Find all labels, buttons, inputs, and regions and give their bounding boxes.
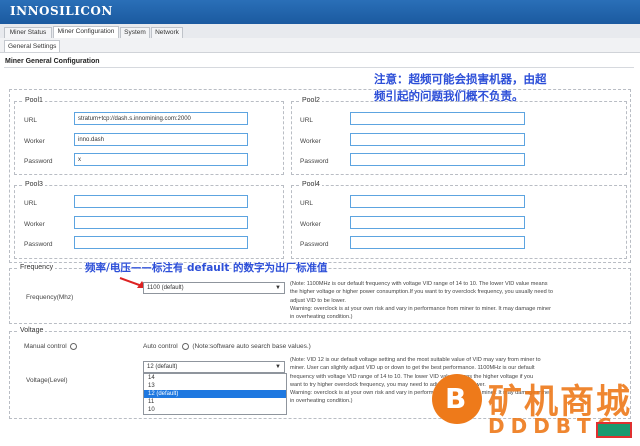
pool3-worker-label: Worker (24, 221, 45, 228)
voltage-option-selected[interactable]: 12 (default) (144, 390, 286, 398)
pool4-url-label: URL (300, 200, 314, 207)
auto-control-label: Auto control (Note:software auto search … (143, 343, 311, 350)
voltage-label: Voltage(Level) (26, 377, 68, 384)
corner-badge (596, 422, 632, 438)
pool4-password-input[interactable] (350, 236, 525, 249)
pool2-url-label: URL (300, 117, 314, 124)
pool3-password-input[interactable] (74, 236, 248, 249)
pool2-legend: Pool2 (300, 97, 322, 104)
chevron-down-icon: ▼ (275, 285, 281, 291)
voltage-option[interactable]: 13 (144, 382, 286, 390)
pool1-password-label: Password (24, 158, 53, 165)
pool3-url-label: URL (24, 200, 38, 207)
pool4-legend: Pool4 (300, 181, 322, 188)
frequency-select[interactable]: 1100 (default) ▼ (143, 282, 285, 294)
watermark-circle-icon: B (432, 374, 482, 424)
pool2-password-input[interactable] (350, 153, 525, 166)
voltage-dropdown-list: 14 13 12 (default) 11 10 (143, 373, 287, 415)
auto-control-text: Auto control (143, 343, 178, 351)
frequency-selected-value: 1100 (default) (147, 285, 184, 291)
frequency-desc-line: (Note: 1100MHz is our default frequency … (290, 281, 548, 287)
pool4-url-input[interactable] (350, 195, 525, 208)
main-tab-bar: Miner Status Miner Configuration System … (0, 24, 640, 39)
manual-control-label: Manual control (24, 343, 78, 351)
voltage-desc-line: (Note: VID 12 is our default voltage set… (290, 357, 541, 363)
pool1-worker-input[interactable]: inno.dash (74, 133, 248, 146)
page-title: Miner General Configuration (5, 58, 100, 65)
pool3-password-label: Password (24, 241, 53, 248)
chevron-down-icon: ▼ (275, 364, 281, 370)
pool4-worker-label: Worker (300, 221, 321, 228)
pool3-worker-input[interactable] (74, 216, 248, 229)
manual-control-radio[interactable] (70, 343, 78, 350)
voltage-option[interactable]: 14 (144, 374, 286, 382)
frequency-desc-line: the higher voltage or higher power consu… (290, 289, 553, 296)
pool1-worker-label: Worker (24, 138, 45, 145)
frequency-legend: Frequency (18, 264, 56, 271)
pool4-worker-input[interactable] (350, 216, 525, 229)
pool2-worker-input[interactable] (350, 133, 525, 146)
voltage-select[interactable]: 12 (default) ▼ (143, 361, 285, 373)
pool1-url-input[interactable]: stratum+tcp://dash.s.innomining.com:2000 (74, 112, 248, 125)
app-header: INNOSILICON (0, 0, 640, 24)
pool1-password-input[interactable]: x (74, 153, 248, 166)
innosilicon-logo: INNOSILICON (10, 4, 113, 18)
divider (4, 67, 634, 68)
pool3-url-input[interactable] (74, 195, 248, 208)
pool2-url-input[interactable] (350, 112, 525, 125)
pool1-url-label: URL (24, 117, 38, 124)
subtab-general-settings[interactable]: General Settings (4, 40, 61, 52)
pool2-password-label: Password (300, 158, 329, 165)
sub-tab-bar: General Settings (0, 38, 640, 53)
auto-control-radio[interactable] (181, 343, 189, 350)
tab-network[interactable]: Network (151, 27, 183, 38)
pool3-legend: Pool3 (23, 181, 45, 188)
auto-control-note: (Note:software auto search base values.) (192, 343, 311, 351)
tab-system[interactable]: System (120, 27, 150, 38)
bitcoin-b-icon: B (445, 382, 467, 415)
frequency-label: Frequency(Mhz) (26, 294, 74, 301)
voltage-option[interactable]: 11 (144, 398, 286, 406)
frequency-note: 频率/电压——标注有 default 的数字为出厂标准值 (85, 262, 328, 274)
frequency-desc-line: adjust VID to be lower. (290, 297, 346, 304)
pool1-legend: Pool1 (23, 97, 45, 104)
manual-control-text: Manual control (24, 343, 67, 351)
frequency-desc-line: Warning: overclock is at your own risk a… (290, 305, 551, 312)
pool2-worker-label: Worker (300, 138, 321, 145)
voltage-option[interactable]: 10 (144, 406, 286, 414)
frequency-description: (Note: 1100MHz is our default frequency … (290, 280, 630, 321)
warning-line-1: 注意：超频可能会损害机器，由超 (374, 72, 547, 86)
tab-miner-status[interactable]: Miner Status (4, 27, 52, 38)
voltage-selected-value: 12 (default) (147, 364, 178, 370)
voltage-legend: Voltage (18, 327, 46, 334)
pool4-password-label: Password (300, 241, 329, 248)
frequency-desc-line: in overheating condition.) (290, 314, 353, 321)
